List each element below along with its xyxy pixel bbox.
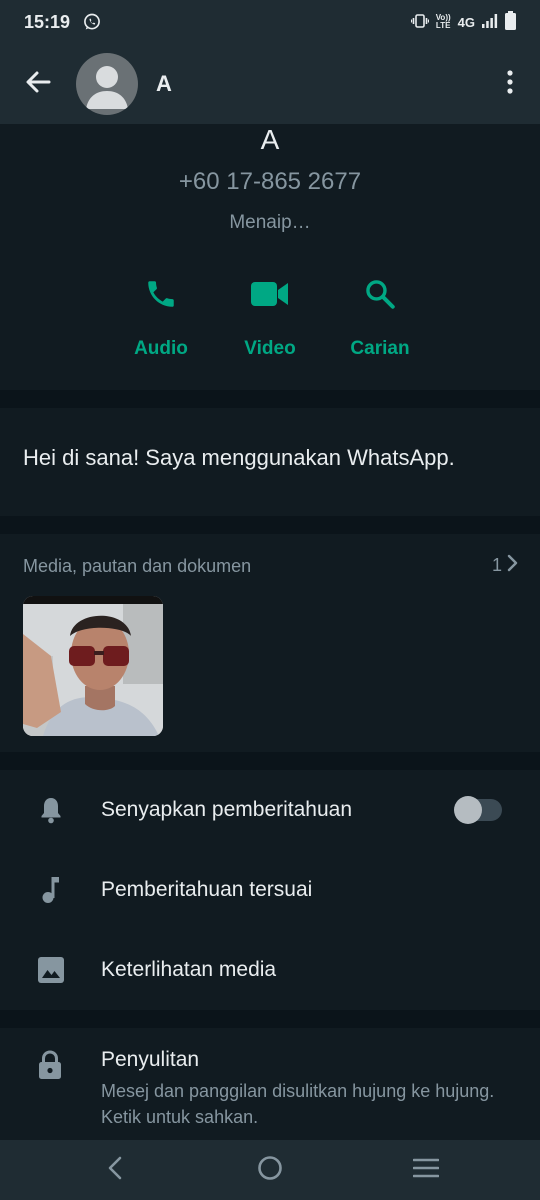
network-type: 4G [457, 14, 475, 30]
toggle-knob [454, 796, 482, 824]
mute-toggle[interactable] [454, 796, 502, 824]
custom-notifications-row[interactable]: Pemberitahuan tersuai [0, 850, 540, 930]
nav-home-button[interactable] [240, 1150, 300, 1190]
contact-avatar[interactable] [76, 53, 138, 115]
music-note-icon [0, 876, 101, 904]
nav-recents-button[interactable] [396, 1150, 456, 1190]
video-call-button[interactable]: Video [215, 272, 325, 360]
nav-recents-icon [412, 1157, 440, 1184]
system-nav-bar [0, 1140, 540, 1200]
custom-notifications-label: Pemberitahuan tersuai [101, 878, 313, 901]
settings-section: Senyapkan pemberitahuan Pemberitahuan te… [0, 770, 540, 1010]
nav-home-icon [257, 1155, 283, 1186]
about-text: Hei di sana! Saya menggunakan WhatsApp. [23, 445, 455, 470]
whatsapp-icon [82, 12, 102, 32]
app-bar-title[interactable]: A [156, 71, 172, 97]
media-thumbnail[interactable] [23, 596, 163, 736]
mute-notifications-label: Senyapkan pemberitahuan [101, 798, 353, 821]
contact-header-section: A +60 17-865 2677 Menaip… Audio Video Ca… [0, 124, 540, 390]
search-label: Carian [350, 338, 410, 359]
status-time: 15:19 [24, 11, 71, 32]
media-count: 1 [491, 555, 502, 575]
more-options-button[interactable] [480, 44, 540, 124]
about-section[interactable]: Hei di sana! Saya menggunakan WhatsApp. [0, 408, 540, 516]
audio-call-label: Audio [134, 338, 188, 359]
chevron-right-icon [506, 554, 518, 577]
back-arrow-icon [25, 70, 51, 99]
encryption-title: Penyulitan [101, 1048, 200, 1071]
encryption-row[interactable]: Penyulitan Mesej dan panggilan disulitka… [0, 1028, 540, 1140]
media-visibility-label: Keterlihatan media [101, 958, 277, 981]
audio-call-button[interactable]: Audio [106, 272, 216, 360]
bell-icon [0, 796, 101, 824]
media-visibility-row[interactable]: Keterlihatan media [0, 930, 540, 1010]
media-section: Media, pautan dan dokumen 1 [0, 534, 540, 752]
more-vert-icon [507, 69, 513, 99]
media-count-button[interactable]: 1 [492, 554, 518, 577]
signal-icon [482, 13, 498, 31]
default-avatar-icon [86, 66, 128, 109]
mute-notifications-row[interactable]: Senyapkan pemberitahuan [0, 770, 540, 850]
contact-name: A [260, 124, 280, 155]
app-bar: A [0, 44, 540, 124]
lock-icon [38, 1050, 62, 1085]
search-icon [325, 272, 435, 316]
volte-bottom: LTE [435, 21, 451, 30]
search-button[interactable]: Carian [325, 272, 435, 360]
status-bar: 15:19 Vo)) LTE 4G [0, 0, 540, 44]
video-call-label: Video [244, 338, 296, 359]
encryption-description: Mesej dan panggilan disulitkan hujung ke… [101, 1081, 495, 1127]
phone-icon [106, 272, 216, 316]
videocam-icon [215, 272, 325, 316]
media-header: Media, pautan dan dokumen [23, 556, 252, 576]
image-icon [0, 957, 101, 983]
nav-back-button[interactable] [85, 1150, 145, 1190]
battery-icon [505, 11, 516, 33]
contact-phone: +60 17-865 2677 [178, 168, 362, 195]
contact-status: Menaip… [229, 212, 311, 233]
back-button[interactable] [0, 44, 76, 124]
volte-icon: Vo)) LTE [436, 14, 451, 30]
nav-back-icon [107, 1156, 123, 1185]
vibrate-icon [410, 13, 429, 31]
